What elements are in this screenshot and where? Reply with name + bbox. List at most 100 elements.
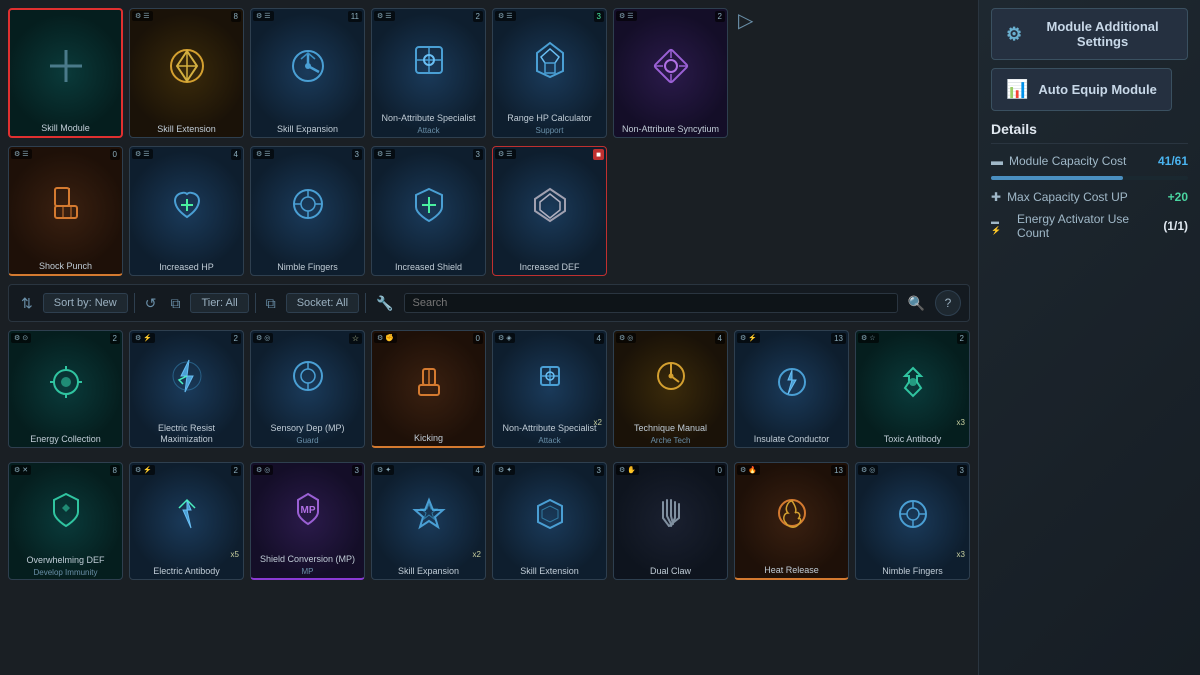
search-wrench-icon[interactable]: 🔧 <box>372 293 397 314</box>
range-hp-icon <box>493 9 606 111</box>
socket-layers-icon[interactable]: ⧉ <box>262 293 280 314</box>
kick-svg <box>407 359 451 403</box>
hr-badge: 13 <box>831 465 846 476</box>
range-hp-label: Range HP Calculator <box>493 111 606 126</box>
inv-toxic-antibody[interactable]: ⚙ ☆ 2 x3 Toxic Antibody <box>855 330 970 448</box>
equipped-non-attr-specialist[interactable]: ⚙ ☰ 2 Non-Attribute Specialist Attack <box>371 8 486 138</box>
max-capacity-label-group: ✚ Max Capacity Cost UP <box>991 190 1128 204</box>
inv-electric-antibody[interactable]: ⚙ ⚡ 2 x5 Electric Antibody <box>129 462 244 580</box>
se-x: x2 <box>473 550 481 559</box>
skill-module-label: Skill Module <box>10 121 121 136</box>
sort-btn[interactable]: Sort by: New <box>43 293 128 313</box>
inv-sensory-dep[interactable]: ⚙ ◎ ☆ Sensory Dep (MP) Guard <box>250 330 365 448</box>
details-section: Details ▬ Module Capacity Cost 41/61 ✚ M… <box>991 121 1188 240</box>
sext-tl: ⚙ ✦ <box>495 465 515 475</box>
er-icon <box>130 331 243 421</box>
inv-overwhelming-def[interactable]: ⚙ ✕ 8 Overwhelming DEF Develop Immunity <box>8 462 123 580</box>
auto-equip-btn[interactable]: 📊 Auto Equip Module <box>991 68 1172 111</box>
nas-badge: 4 <box>594 333 604 344</box>
sext-badge: 3 <box>594 465 604 476</box>
equipped-nimble-fingers[interactable]: ⚙ ☰ 3 Nimble Fingers <box>250 146 365 276</box>
ta-svg <box>891 360 935 404</box>
search-input[interactable] <box>404 293 898 313</box>
inc-hp-svg <box>162 179 212 229</box>
inv-electric-resist[interactable]: ⚙ ⚡ 2 Electric Resist Maximization <box>129 330 244 448</box>
sc-badge: 3 <box>352 465 362 476</box>
nimble-label: Nimble Fingers <box>251 260 364 275</box>
skill-ext-tl: ⚙ ☰ <box>132 11 153 21</box>
details-title: Details <box>991 121 1188 144</box>
range-hp-tl: ⚙ ☰ <box>495 11 516 21</box>
nimble-svg <box>283 179 333 229</box>
refresh-btn[interactable]: ↺ <box>141 293 161 314</box>
ea-tl: ⚙ ⚡ <box>132 465 155 475</box>
se-svg <box>407 492 451 536</box>
inc-def-badge: ■ <box>593 149 604 160</box>
inv-energy-collection[interactable]: ⚙ ⊙ 2 Energy Collection <box>8 330 123 448</box>
svg-text:MP: MP <box>300 505 315 516</box>
sc-tl: ⚙ ◎ <box>253 465 273 475</box>
equipped-shock-punch[interactable]: ⚙ ☰ 0 Shock Punch <box>8 146 123 276</box>
nimble-tl: ⚙ ☰ <box>253 149 274 159</box>
sd-tl: ⚙ ◎ <box>253 333 273 343</box>
ic-icon <box>735 331 848 432</box>
layers-icon-btn[interactable]: ⧉ <box>166 293 184 314</box>
equipped-increased-def[interactable]: ⚙ ☰ ■ Increased DEF <box>492 146 607 276</box>
equipped-skill-module[interactable]: Skill Module <box>8 8 123 138</box>
non-attr-badge: 2 <box>473 11 483 22</box>
inv-kicking[interactable]: ⚙ ✊ 0 Kicking <box>371 330 486 448</box>
inventory-row-1: ⚙ ⊙ 2 Energy Collection <box>8 330 970 448</box>
tier-btn[interactable]: Tier: All <box>190 293 248 313</box>
er-tl: ⚙ ⚡ <box>132 333 155 343</box>
syncytium-svg <box>646 41 696 91</box>
inc-hp-label: Increased HP <box>130 260 243 275</box>
nf-icon <box>856 463 969 564</box>
search-btn[interactable]: 🔍 <box>904 293 929 314</box>
equipped-skill-expansion[interactable]: ⚙ ☰ 11 Skill Expansion <box>250 8 365 138</box>
syncytium-tl: ⚙ ☰ <box>616 11 637 21</box>
module-capacity-label: Module Capacity Cost <box>1009 154 1126 168</box>
inv-skill-expansion[interactable]: ⚙ ✦ 4 x2 Skill Expansion <box>371 462 486 580</box>
sort-icon-btn[interactable]: ⇅ <box>17 293 37 314</box>
inv-shield-conversion[interactable]: ⚙ ◎ 3 MP Shield Conversion (MP) MP <box>250 462 365 580</box>
equipped-non-attr-syncytium[interactable]: ⚙ ☰ 2 Non-Attribute Syncytium <box>613 8 728 138</box>
sc-svg: MP <box>286 486 330 530</box>
ic-tl: ⚙ ⚡ <box>737 333 760 343</box>
ec-label: Energy Collection <box>9 432 122 447</box>
inv-skill-extension[interactable]: ⚙ ✦ 3 Skill Extension <box>492 462 607 580</box>
inv-non-attr-spec[interactable]: ⚙ ◈ 4 x2 Non-Attribute Specialist Attack <box>492 330 607 448</box>
inv-nimble-fingers[interactable]: ⚙ ◎ 3 x3 Nimble Fingers <box>855 462 970 580</box>
od-sublabel: Develop Immunity <box>33 568 97 579</box>
skill-exp-badge: 11 <box>348 11 362 22</box>
ta-icon <box>856 331 969 432</box>
inv-heat-release[interactable]: ⚙ 🔥 13 Heat Release <box>734 462 849 580</box>
tm-badge: 4 <box>715 333 725 344</box>
er-label: Electric Resist Maximization <box>130 421 243 447</box>
ec-icon <box>9 331 122 432</box>
inv-dual-claw[interactable]: ⚙ ✋ 0 Dual Claw <box>613 462 728 580</box>
equipped-range-hp-calc[interactable]: ⚙ ☰ 3 Range HP Calculator Support <box>492 8 607 138</box>
inc-hp-tl: ⚙ ☰ <box>132 149 153 159</box>
right-panel: ⚙ Module Additional Settings 📊 Auto Equi… <box>978 0 1200 675</box>
inc-shield-tl: ⚙ ☰ <box>374 149 395 159</box>
sc-label: Shield Conversion (MP) <box>251 552 364 567</box>
od-badge: 8 <box>110 465 120 476</box>
ic-svg <box>770 360 814 404</box>
sd-sublabel: Guard <box>296 436 318 447</box>
hr-tl: ⚙ 🔥 <box>737 465 760 475</box>
shock-punch-label: Shock Punch <box>9 259 122 274</box>
equipped-increased-shield[interactable]: ⚙ ☰ 3 Increased Shield <box>371 146 486 276</box>
non-attr-sublabel: Attack <box>417 126 439 137</box>
module-settings-btn[interactable]: ⚙ Module Additional Settings <box>991 8 1188 60</box>
socket-btn[interactable]: Socket: All <box>286 293 359 313</box>
inc-hp-badge: 4 <box>231 149 241 160</box>
inv-insulate-conductor[interactable]: ⚙ ⚡ 13 Insulate Conductor <box>734 330 849 448</box>
max-capacity-value: +20 <box>1168 190 1188 204</box>
non-attr-svg <box>404 35 454 85</box>
sd-icon <box>251 331 364 421</box>
equipped-increased-hp[interactable]: ⚙ ☰ 4 Increased HP <box>129 146 244 276</box>
ta-label: Toxic Antibody <box>856 432 969 447</box>
inv-technique-manual[interactable]: ⚙ ◎ 4 Technique Manual Arche Tech <box>613 330 728 448</box>
equipped-skill-extension[interactable]: ⚙ ☰ 8 Skill Extension <box>129 8 244 138</box>
help-btn[interactable]: ? <box>935 290 961 316</box>
